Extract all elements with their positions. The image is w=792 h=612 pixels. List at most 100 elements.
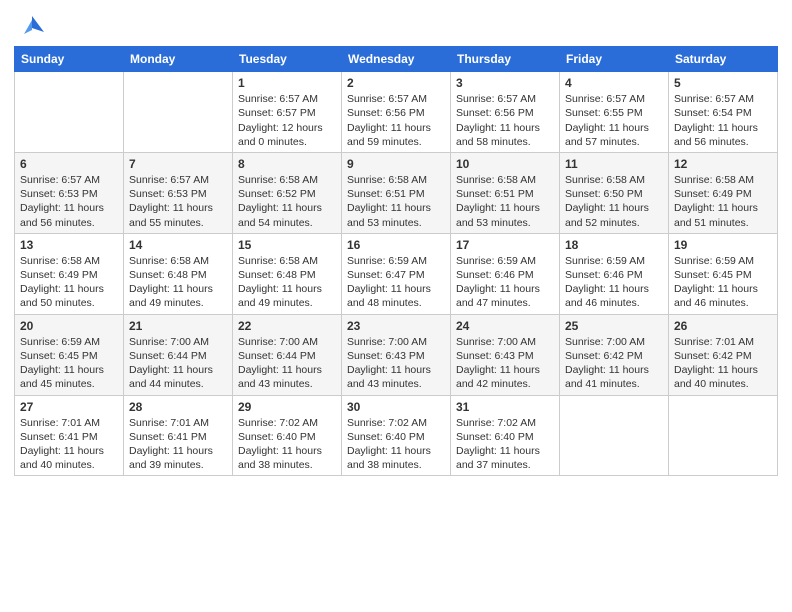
daylight-text: Daylight: 11 hours and 40 minutes. [674,363,772,391]
sunrise-text: Sunrise: 7:02 AM [456,416,554,430]
sunset-text: Sunset: 6:46 PM [565,268,663,282]
col-header-thursday: Thursday [451,47,560,72]
sunset-text: Sunset: 6:45 PM [674,268,772,282]
daylight-text: Daylight: 11 hours and 44 minutes. [129,363,227,391]
day-number: 28 [129,399,227,415]
day-cell: 24Sunrise: 7:00 AMSunset: 6:43 PMDayligh… [451,314,560,395]
day-cell: 21Sunrise: 7:00 AMSunset: 6:44 PMDayligh… [124,314,233,395]
daylight-text: Daylight: 11 hours and 43 minutes. [238,363,336,391]
header-row: SundayMondayTuesdayWednesdayThursdayFrid… [15,47,778,72]
sunrise-text: Sunrise: 7:00 AM [129,335,227,349]
logo-text [14,14,46,40]
day-cell: 29Sunrise: 7:02 AMSunset: 6:40 PMDayligh… [233,395,342,476]
day-cell: 27Sunrise: 7:01 AMSunset: 6:41 PMDayligh… [15,395,124,476]
sunrise-text: Sunrise: 6:58 AM [674,173,772,187]
sunrise-text: Sunrise: 6:57 AM [347,92,445,106]
sunset-text: Sunset: 6:53 PM [20,187,118,201]
day-cell: 15Sunrise: 6:58 AMSunset: 6:48 PMDayligh… [233,233,342,314]
day-number: 6 [20,156,118,172]
week-row-2: 6Sunrise: 6:57 AMSunset: 6:53 PMDaylight… [15,152,778,233]
day-number: 2 [347,75,445,91]
day-number: 27 [20,399,118,415]
sunrise-text: Sunrise: 6:58 AM [347,173,445,187]
sunset-text: Sunset: 6:45 PM [20,349,118,363]
sunrise-text: Sunrise: 6:58 AM [238,173,336,187]
day-number: 20 [20,318,118,334]
sunrise-text: Sunrise: 7:02 AM [238,416,336,430]
sunset-text: Sunset: 6:47 PM [347,268,445,282]
daylight-text: Daylight: 11 hours and 46 minutes. [565,282,663,310]
sunset-text: Sunset: 6:51 PM [456,187,554,201]
day-number: 19 [674,237,772,253]
sunset-text: Sunset: 6:54 PM [674,106,772,120]
day-number: 15 [238,237,336,253]
day-number: 9 [347,156,445,172]
calendar-table: SundayMondayTuesdayWednesdayThursdayFrid… [14,46,778,476]
sunrise-text: Sunrise: 6:59 AM [565,254,663,268]
col-header-tuesday: Tuesday [233,47,342,72]
day-number: 24 [456,318,554,334]
day-number: 29 [238,399,336,415]
day-cell [669,395,778,476]
day-number: 3 [456,75,554,91]
sunrise-text: Sunrise: 7:00 AM [565,335,663,349]
day-number: 11 [565,156,663,172]
daylight-text: Daylight: 11 hours and 38 minutes. [347,444,445,472]
daylight-text: Daylight: 11 hours and 39 minutes. [129,444,227,472]
day-cell: 9Sunrise: 6:58 AMSunset: 6:51 PMDaylight… [342,152,451,233]
sunset-text: Sunset: 6:46 PM [456,268,554,282]
daylight-text: Daylight: 11 hours and 49 minutes. [129,282,227,310]
day-cell [124,72,233,153]
sunset-text: Sunset: 6:50 PM [565,187,663,201]
daylight-text: Daylight: 11 hours and 41 minutes. [565,363,663,391]
col-header-sunday: Sunday [15,47,124,72]
day-number: 21 [129,318,227,334]
week-row-4: 20Sunrise: 6:59 AMSunset: 6:45 PMDayligh… [15,314,778,395]
day-cell [15,72,124,153]
sunrise-text: Sunrise: 6:59 AM [674,254,772,268]
daylight-text: Daylight: 12 hours and 0 minutes. [238,121,336,149]
sunrise-text: Sunrise: 6:58 AM [20,254,118,268]
sunset-text: Sunset: 6:42 PM [565,349,663,363]
daylight-text: Daylight: 11 hours and 51 minutes. [674,201,772,229]
col-header-monday: Monday [124,47,233,72]
day-cell: 16Sunrise: 6:59 AMSunset: 6:47 PMDayligh… [342,233,451,314]
logo-container [14,10,46,40]
daylight-text: Daylight: 11 hours and 55 minutes. [129,201,227,229]
sunrise-text: Sunrise: 6:57 AM [20,173,118,187]
day-cell: 30Sunrise: 7:02 AMSunset: 6:40 PMDayligh… [342,395,451,476]
day-cell: 4Sunrise: 6:57 AMSunset: 6:55 PMDaylight… [560,72,669,153]
sunset-text: Sunset: 6:41 PM [20,430,118,444]
sunset-text: Sunset: 6:56 PM [456,106,554,120]
daylight-text: Daylight: 11 hours and 37 minutes. [456,444,554,472]
day-cell: 14Sunrise: 6:58 AMSunset: 6:48 PMDayligh… [124,233,233,314]
sunrise-text: Sunrise: 6:58 AM [456,173,554,187]
day-cell: 10Sunrise: 6:58 AMSunset: 6:51 PMDayligh… [451,152,560,233]
day-cell [560,395,669,476]
sunrise-text: Sunrise: 6:57 AM [565,92,663,106]
daylight-text: Daylight: 11 hours and 40 minutes. [20,444,118,472]
daylight-text: Daylight: 11 hours and 42 minutes. [456,363,554,391]
daylight-text: Daylight: 11 hours and 43 minutes. [347,363,445,391]
day-cell: 5Sunrise: 6:57 AMSunset: 6:54 PMDaylight… [669,72,778,153]
daylight-text: Daylight: 11 hours and 56 minutes. [20,201,118,229]
day-number: 13 [20,237,118,253]
sunrise-text: Sunrise: 6:57 AM [238,92,336,106]
sunrise-text: Sunrise: 7:01 AM [674,335,772,349]
sunrise-text: Sunrise: 7:01 AM [20,416,118,430]
daylight-text: Daylight: 11 hours and 46 minutes. [674,282,772,310]
sunset-text: Sunset: 6:40 PM [456,430,554,444]
day-number: 17 [456,237,554,253]
day-cell: 13Sunrise: 6:58 AMSunset: 6:49 PMDayligh… [15,233,124,314]
daylight-text: Daylight: 11 hours and 49 minutes. [238,282,336,310]
sunset-text: Sunset: 6:51 PM [347,187,445,201]
day-number: 5 [674,75,772,91]
sunrise-text: Sunrise: 6:57 AM [456,92,554,106]
day-cell: 31Sunrise: 7:02 AMSunset: 6:40 PMDayligh… [451,395,560,476]
daylight-text: Daylight: 11 hours and 38 minutes. [238,444,336,472]
day-cell: 25Sunrise: 7:00 AMSunset: 6:42 PMDayligh… [560,314,669,395]
day-cell: 26Sunrise: 7:01 AMSunset: 6:42 PMDayligh… [669,314,778,395]
day-cell: 22Sunrise: 7:00 AMSunset: 6:44 PMDayligh… [233,314,342,395]
sunrise-text: Sunrise: 7:00 AM [238,335,336,349]
sunset-text: Sunset: 6:56 PM [347,106,445,120]
